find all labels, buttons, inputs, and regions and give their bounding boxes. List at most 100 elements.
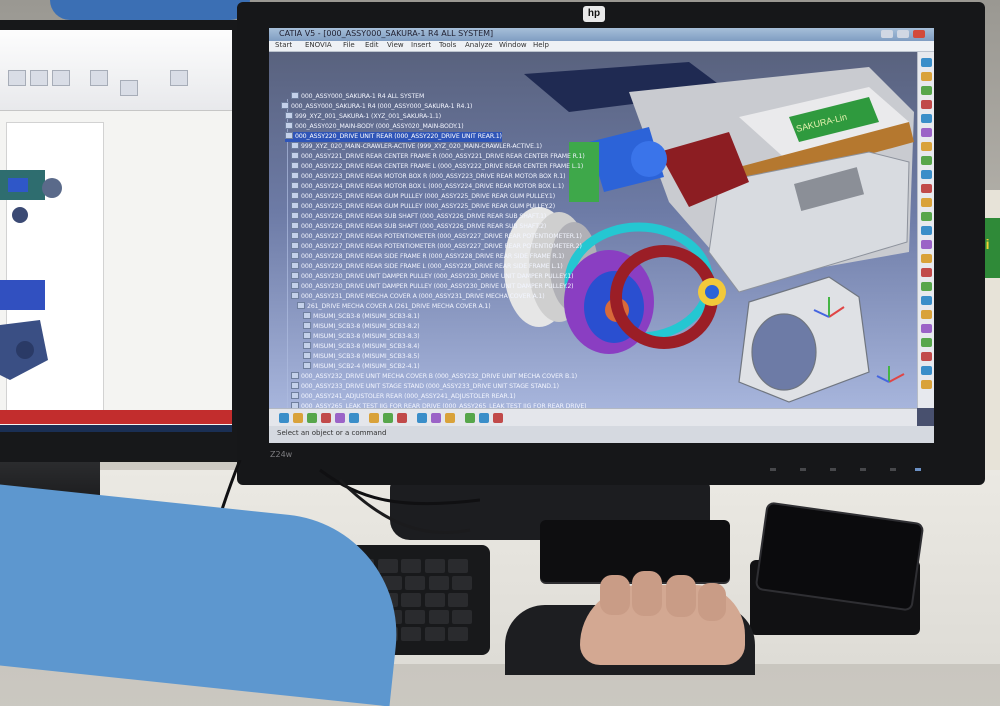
- toolbar-icon[interactable]: [921, 128, 932, 137]
- close-button[interactable]: [913, 30, 925, 38]
- toolbar-icon[interactable]: [921, 226, 932, 235]
- toolbar-icon[interactable]: [369, 413, 379, 423]
- toolbar-icon[interactable]: [921, 338, 932, 347]
- toolbar-icon[interactable]: [921, 254, 932, 263]
- toolbar-icon[interactable]: [921, 240, 932, 249]
- tree-node[interactable]: MISUMI_SCB3-8 (MISUMI_SCB3-8.3): [303, 332, 420, 342]
- tree-node[interactable]: 000_ASSY225_DRIVE REAR GUM PULLEY (000_A…: [291, 192, 555, 202]
- menu-item[interactable]: Help: [533, 41, 549, 49]
- tree-node[interactable]: 000_ASSY227_DRIVE REAR POTENTIOMETER (00…: [291, 242, 582, 252]
- ribbon-button[interactable]: [90, 70, 108, 86]
- toolbar-icon[interactable]: [921, 170, 932, 179]
- keyboard-key[interactable]: [405, 610, 425, 624]
- tree-node[interactable]: MISUMI_SCB3-8 (MISUMI_SCB3-8.2): [303, 322, 420, 332]
- keyboard-key[interactable]: [428, 576, 449, 590]
- toolbar-icon[interactable]: [431, 413, 441, 423]
- tree-node[interactable]: 261_DRIVE MECHA COVER A (261_DRIVE MECHA…: [297, 302, 491, 312]
- toolbar-icon[interactable]: [493, 413, 503, 423]
- monitor-button[interactable]: [770, 468, 776, 471]
- tree-node[interactable]: 000_ASSY226_DRIVE REAR SUB SHAFT (000_AS…: [291, 222, 546, 232]
- toolbar-icon[interactable]: [921, 142, 932, 151]
- monitor-button[interactable]: [860, 468, 866, 471]
- toolbar-icon[interactable]: [921, 380, 932, 389]
- menu-item[interactable]: Window: [499, 41, 527, 49]
- ribbon-button[interactable]: [52, 70, 70, 86]
- toolbar-icon[interactable]: [921, 58, 932, 67]
- tree-node[interactable]: 000_ASSY221_DRIVE REAR CENTER FRAME R (0…: [291, 152, 585, 162]
- toolbar-icon[interactable]: [921, 72, 932, 81]
- maximize-button[interactable]: [897, 30, 909, 38]
- ribbon-button[interactable]: [120, 80, 138, 96]
- toolbar-icon[interactable]: [921, 324, 932, 333]
- keyboard-key[interactable]: [401, 593, 421, 607]
- toolbar-icon[interactable]: [921, 366, 932, 375]
- tree-node[interactable]: 000_ASSY230_DRIVE UNIT DAMPER PULLEY (00…: [291, 272, 574, 282]
- left-taskbar[interactable]: [0, 425, 232, 432]
- tree-node[interactable]: 000_ASSY241_ADJUSTOLER REAR (000_ASSY241…: [291, 392, 516, 402]
- tree-node[interactable]: 000_ASSY231_DRIVE MECHA COVER A (000_ASS…: [291, 292, 545, 302]
- tree-node[interactable]: 000_ASSY222_DRIVE REAR CENTER FRAME L (0…: [291, 162, 583, 172]
- power-button[interactable]: [915, 468, 921, 471]
- keyboard-key[interactable]: [448, 559, 468, 573]
- toolbar-icon[interactable]: [445, 413, 455, 423]
- tree-node[interactable]: 000_ASSY224_DRIVE REAR MOTOR BOX L (000_…: [291, 182, 564, 192]
- toolbar-icon[interactable]: [397, 413, 407, 423]
- toolbar-icon[interactable]: [921, 86, 932, 95]
- toolbar-icon[interactable]: [921, 296, 932, 305]
- keyboard-key[interactable]: [448, 627, 468, 641]
- tree-node[interactable]: 000_ASSY226_DRIVE REAR SUB SHAFT (000_AS…: [291, 212, 546, 222]
- keyboard-key[interactable]: [424, 593, 445, 607]
- 3d-viewport[interactable]: SAKURA-Lin 000_ASSY000_SAKURA-1 R4 ALL S…: [269, 52, 917, 419]
- tree-node[interactable]: 000_ASSY220_DRIVE UNIT REAR (000_ASSY220…: [285, 132, 502, 142]
- toolbar-icon[interactable]: [349, 413, 359, 423]
- tree-node[interactable]: 000_ASSY223_DRIVE REAR MOTOR BOX R (000_…: [291, 172, 566, 182]
- tree-node[interactable]: MISUMI_SCB3-8 (MISUMI_SCB3-8.4): [303, 342, 420, 352]
- keyboard-key[interactable]: [401, 627, 421, 641]
- toolbar-icon[interactable]: [921, 198, 932, 207]
- menu-item[interactable]: ENOVIA: [305, 41, 332, 49]
- tree-node[interactable]: 000_ASSY229_DRIVE REAR SIDE FRAME L (000…: [291, 262, 563, 272]
- monitor-button[interactable]: [830, 468, 836, 471]
- ribbon-button[interactable]: [30, 70, 48, 86]
- tree-node[interactable]: 999_XYZ_001_SAKURA-1 (XYZ_001_SAKURA-1.1…: [285, 112, 441, 122]
- toolbar-icon[interactable]: [921, 352, 932, 361]
- tree-node[interactable]: 000_ASSY225_DRIVE REAR GUM PULLEY (000_A…: [291, 202, 555, 212]
- toolbar-icon[interactable]: [293, 413, 303, 423]
- toolbar-icon[interactable]: [479, 413, 489, 423]
- keyboard-key[interactable]: [428, 610, 449, 624]
- tree-node[interactable]: 000_ASSY228_DRIVE REAR SIDE FRAME R (000…: [291, 252, 564, 262]
- tree-node[interactable]: 000_ASSY232_DRIVE UNIT MECHA COVER B (00…: [291, 372, 577, 382]
- toolbar-icon[interactable]: [335, 413, 345, 423]
- menu-item[interactable]: Analyze: [465, 41, 493, 49]
- keyboard-key[interactable]: [424, 559, 445, 573]
- monitor-button[interactable]: [890, 468, 896, 471]
- keyboard-key[interactable]: [377, 559, 398, 573]
- toolbar-icon[interactable]: [921, 212, 932, 221]
- tree-node[interactable]: 000_ASSY000_SAKURA-1 R4 ALL SYSTEM: [291, 92, 424, 102]
- ribbon-button[interactable]: [8, 70, 26, 86]
- tree-node[interactable]: MISUMI_SCB3-8 (MISUMI_SCB3-8.1): [303, 312, 420, 322]
- ribbon-button[interactable]: [170, 70, 188, 86]
- tree-node[interactable]: 000_ASSY230_DRIVE UNIT DAMPER PULLEY (00…: [291, 282, 574, 292]
- toolbar-icon[interactable]: [921, 282, 932, 291]
- keyboard-key[interactable]: [401, 559, 421, 573]
- keyboard-key[interactable]: [452, 610, 472, 624]
- menu-item[interactable]: Insert: [411, 41, 431, 49]
- keyboard-key[interactable]: [452, 576, 472, 590]
- minimize-button[interactable]: [881, 30, 893, 38]
- menu-item[interactable]: File: [343, 41, 355, 49]
- document-ribbon[interactable]: [0, 30, 232, 111]
- tree-node[interactable]: 000_ASSY227_DRIVE REAR POTENTIOMETER (00…: [291, 232, 582, 242]
- toolbar-icon[interactable]: [465, 413, 475, 423]
- toolbar-icon[interactable]: [279, 413, 289, 423]
- tree-node[interactable]: 000_ASSY000_SAKURA-1 R4 (000_ASSY000_SAK…: [281, 102, 472, 112]
- toolbar-icon[interactable]: [921, 114, 932, 123]
- tree-node[interactable]: 999_XYZ_020_MAIN-CRAWLER-ACTIVE (999_XYZ…: [291, 142, 542, 152]
- toolbar-icon[interactable]: [921, 310, 932, 319]
- tree-node[interactable]: MISUMI_SCB3-8 (MISUMI_SCB3-8.5): [303, 352, 420, 362]
- monitor-button[interactable]: [800, 468, 806, 471]
- toolbar-icon[interactable]: [417, 413, 427, 423]
- tree-node[interactable]: 000_ASSY020_MAIN-BODY (000_ASSY020_MAIN-…: [285, 122, 464, 132]
- tree-node[interactable]: 000_ASSY233_DRIVE UNIT STAGE STAND (000_…: [291, 382, 559, 392]
- toolbar-icon[interactable]: [307, 413, 317, 423]
